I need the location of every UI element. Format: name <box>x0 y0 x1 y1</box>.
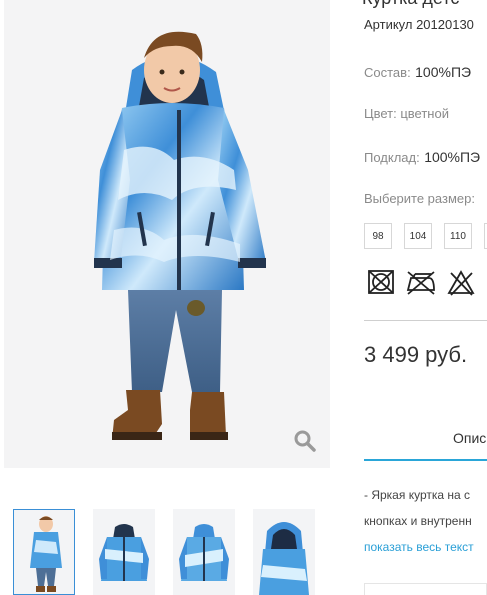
no-ironing-icon <box>405 268 435 296</box>
no-tumble-dry-icon <box>366 268 396 296</box>
size-option-104[interactable]: 104 <box>404 223 432 249</box>
size-option-110[interactable]: 110 <box>444 223 472 249</box>
composition-label: Состав: <box>364 65 411 80</box>
product-sku: Артикул 20120130 <box>364 17 474 32</box>
tab-active-underline <box>364 459 487 461</box>
lining-row: Подклад: 100%ПЭ <box>364 149 480 167</box>
composition-row: Состав: 100%ПЭ <box>364 64 471 82</box>
thumbnail-1[interactable] <box>13 509 75 595</box>
product-price: 3 499 руб. <box>364 342 468 367</box>
no-bleach-icon <box>446 268 476 296</box>
product-title: Куртка детс <box>362 0 459 9</box>
zoom-icon[interactable] <box>293 429 317 453</box>
composition-value: 100%ПЭ <box>415 64 472 80</box>
child-in-jacket-photo <box>94 31 266 440</box>
description-line-2: кнопках и внутренн <box>364 514 472 528</box>
thumbnail-jacket-front-open <box>179 524 229 581</box>
thumbnail-jacket-back <box>259 522 309 595</box>
price-divider <box>364 320 487 321</box>
main-product-image[interactable] <box>4 0 330 468</box>
thumbnail-2[interactable] <box>93 509 155 595</box>
size-prompt: Выберите размер: <box>364 191 475 206</box>
description-line-1: - Яркая куртка на с <box>364 488 471 502</box>
thumbnail-child-wearing-jacket <box>30 516 62 592</box>
thumbnail-3[interactable] <box>173 509 235 595</box>
thumbnail-jacket-front <box>99 524 149 581</box>
tab-description[interactable]: Опис <box>453 430 486 446</box>
next-section-box <box>364 583 487 595</box>
thumbnail-4[interactable] <box>253 509 315 595</box>
show-full-text-link[interactable]: показать весь текст <box>364 540 474 554</box>
lining-value: 100%ПЭ <box>424 149 481 165</box>
color-text: Цвет: цветной <box>364 106 449 121</box>
size-option-98[interactable]: 98 <box>364 223 392 249</box>
lining-label: Подклад: <box>364 150 420 165</box>
